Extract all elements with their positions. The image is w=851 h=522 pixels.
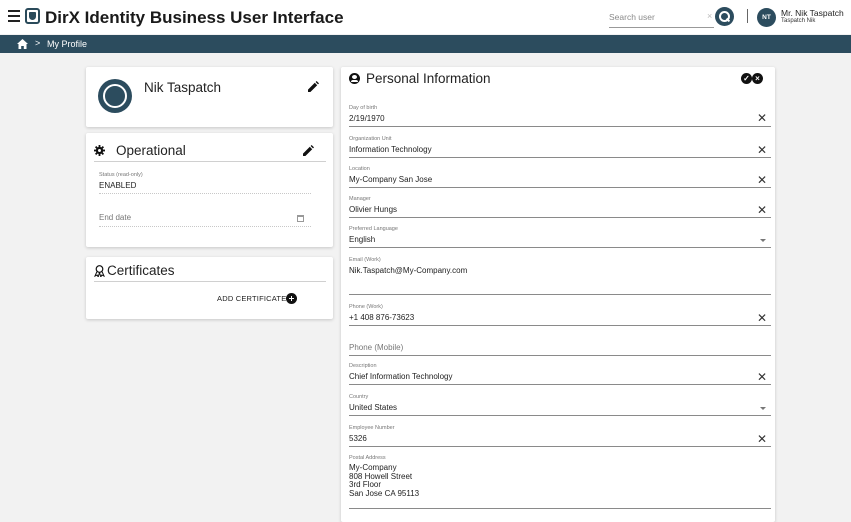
employee-number-clear-icon[interactable]: ✕ xyxy=(757,433,767,445)
description-clear-icon[interactable]: ✕ xyxy=(757,371,767,383)
calendar-icon[interactable] xyxy=(297,215,304,222)
dob-value[interactable]: 2/19/1970 xyxy=(349,114,385,123)
personal-information-title: Personal Information xyxy=(366,71,491,86)
status-underline xyxy=(99,193,311,194)
description-label: Description xyxy=(349,363,377,369)
profile-card: Nik Taspatch xyxy=(86,67,333,127)
search-input[interactable] xyxy=(609,8,704,26)
edit-profile-pencil-icon[interactable] xyxy=(308,81,319,92)
manager-label: Manager xyxy=(349,196,371,202)
employee-number-value[interactable]: 5326 xyxy=(349,434,367,443)
org-unit-clear-icon[interactable]: ✕ xyxy=(757,144,767,156)
person-circle-icon xyxy=(349,73,360,84)
org-unit-label: Organization Unit xyxy=(349,136,392,142)
chevron-down-icon[interactable] xyxy=(760,407,766,410)
dob-label: Day of birth xyxy=(349,105,378,111)
email-value[interactable]: Nik.Taspatch@My-Company.com xyxy=(349,266,467,275)
edit-operational-pencil-icon[interactable] xyxy=(303,145,314,156)
app-title: DirX Identity Business User Interface xyxy=(45,8,344,27)
location-value[interactable]: My-Company San Jose xyxy=(349,175,432,184)
operational-card: Operational Status (read-only) ENABLED E… xyxy=(86,133,333,247)
certificates-card: Certificates ADD CERTIFICATE xyxy=(86,257,333,319)
phone-mobile-placeholder[interactable]: Phone (Mobile) xyxy=(349,343,403,352)
certificates-header: Certificates xyxy=(94,263,326,282)
x-circle-icon[interactable]: × xyxy=(752,73,763,84)
breadcrumb-current: My Profile xyxy=(47,39,88,49)
hamburger-menu-icon[interactable] xyxy=(8,10,20,22)
app-header: DirX Identity Business User Interface × … xyxy=(0,0,851,34)
dirx-shield-logo xyxy=(25,8,40,24)
add-certificate-button[interactable]: ADD CERTIFICATE xyxy=(217,294,286,303)
operational-title: Operational xyxy=(116,143,186,158)
profile-name: Nik Taspatch xyxy=(144,80,222,95)
status-value: ENABLED xyxy=(99,181,137,190)
person-avatar-icon xyxy=(98,79,132,113)
user-display-name[interactable]: Mr. Nik Taspatch xyxy=(781,8,844,18)
end-date-field[interactable]: End date xyxy=(99,213,131,222)
language-label: Preferred Language xyxy=(349,226,398,232)
chevron-down-icon[interactable] xyxy=(760,239,766,242)
home-icon[interactable] xyxy=(17,39,28,49)
org-unit-value[interactable]: Information Technology xyxy=(349,145,432,154)
description-value[interactable]: Chief Information Technology xyxy=(349,372,452,381)
language-value[interactable]: English xyxy=(349,235,375,244)
manager-value[interactable]: Olivier Hungs xyxy=(349,205,397,214)
user-sub-name: Taspatch Nik xyxy=(781,18,816,24)
phone-work-value[interactable]: +1 408 876-73623 xyxy=(349,313,414,322)
location-label: Location xyxy=(349,166,370,172)
plus-circle-icon[interactable] xyxy=(286,293,297,304)
breadcrumb: > My Profile xyxy=(0,35,851,53)
personal-information-card: Personal Information ✓ × Day of birth 2/… xyxy=(341,67,775,522)
phone-work-label: Phone (Work) xyxy=(349,304,383,310)
country-value[interactable]: United States xyxy=(349,403,397,412)
search-field: × xyxy=(609,6,714,28)
phone-work-clear-icon[interactable]: ✕ xyxy=(757,312,767,324)
gear-icon xyxy=(94,145,105,156)
status-label: Status (read-only) xyxy=(99,172,143,178)
breadcrumb-separator: > xyxy=(35,38,41,48)
email-label: Email (Work) xyxy=(349,257,381,263)
manager-clear-icon[interactable]: ✕ xyxy=(757,204,767,216)
postal-address-line: San Jose CA 95113 xyxy=(349,488,420,498)
employee-number-label: Employee Number xyxy=(349,425,395,431)
postal-address-value[interactable]: My-Company 808 Howell Street 3rd Floor S… xyxy=(349,463,420,498)
award-ribbon-icon xyxy=(94,265,105,277)
location-clear-icon[interactable]: ✕ xyxy=(757,174,767,186)
user-avatar[interactable]: NT xyxy=(757,8,776,27)
end-date-underline xyxy=(99,226,311,227)
header-divider xyxy=(747,9,748,23)
search-button[interactable] xyxy=(715,7,734,26)
postal-address-label: Postal Address xyxy=(349,455,386,461)
certificates-title: Certificates xyxy=(107,263,175,278)
check-circle-icon[interactable]: ✓ xyxy=(741,73,752,84)
country-label: Country xyxy=(349,394,369,400)
dob-clear-icon[interactable]: ✕ xyxy=(757,112,767,124)
operational-header: Operational xyxy=(94,143,326,162)
search-clear-icon[interactable]: × xyxy=(707,11,712,21)
